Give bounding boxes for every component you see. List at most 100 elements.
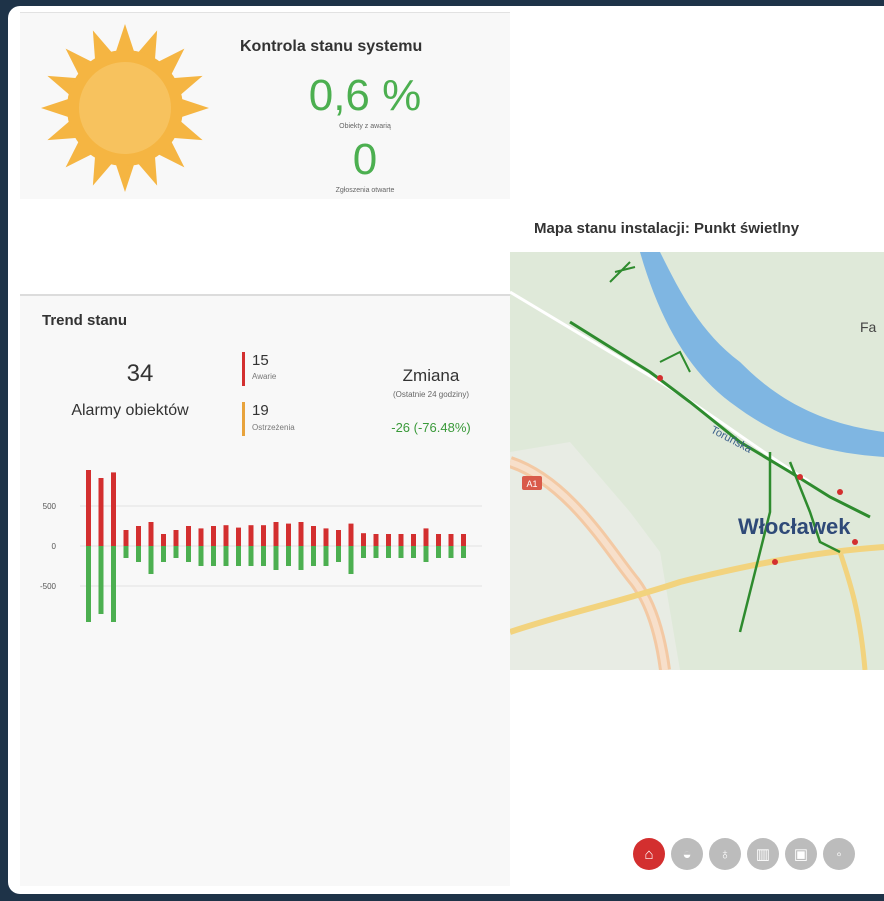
negative-bar [323,546,329,566]
failed-percent-value: 0,6 % [308,71,422,120]
failed-objects-label: Obiekty z awarią [339,123,391,130]
negative-bar [111,546,116,622]
positive-bar [361,533,366,546]
status-title: Kontrola stanu systemu [240,38,423,55]
positive-bar [198,528,204,546]
installation-map[interactable]: A1 Toruńska Włocławek Fa [510,252,884,670]
failures-marker [242,352,245,386]
negative-bar [161,546,166,562]
negative-bar [223,546,229,566]
positive-bar [286,523,291,546]
positive-bar [436,534,441,546]
sun-ray [179,98,209,118]
image-icon[interactable]: ▣ [785,838,817,870]
positive-bar [173,530,179,546]
system-status-panel: Kontrola stanu systemu 0,6 % Obiekty z a… [20,12,510,199]
change-value: -26 (-76.48%) [391,420,471,435]
y-tick-label: 500 [43,502,57,511]
sun-ray [115,162,135,192]
positive-bar [186,526,191,546]
negative-bar [461,546,466,558]
negative-bar [136,546,141,562]
lamp-icon[interactable]: ◒ [671,838,703,870]
positive-bar [136,526,141,546]
cabinet-icon[interactable]: ▥ [747,838,779,870]
negative-bar [373,546,379,558]
negative-bar [336,546,341,562]
negative-bar [398,546,404,558]
warnings-count: 19 [252,402,269,419]
positive-bar [273,522,279,546]
negative-bar [248,546,254,566]
positive-bar [261,525,266,546]
positive-bar [248,525,254,546]
positive-bar [298,522,304,546]
warnings-marker [242,402,245,436]
negative-bar [348,546,354,574]
negative-bar [411,546,416,558]
trend-bar-chart: 500 0 -500 [40,470,482,622]
positive-bar [411,534,416,546]
negative-bar [386,546,391,558]
negative-bar [123,546,129,558]
positive-bar [348,523,354,546]
sun-ray [41,98,71,118]
negative-bar [423,546,429,562]
map-title: Mapa stanu instalacji: Punkt świetlny [534,220,800,237]
negative-bar [273,546,279,570]
failures-label: Awarie [252,372,277,381]
negative-bar [86,546,91,622]
negative-bar [173,546,179,558]
road-badge-label: A1 [526,479,537,489]
home-icon[interactable]: ⌂ [633,838,665,870]
trend-panel: Trend stanu 34 Alarmy obiektów 15 Awarie… [20,294,510,886]
positive-bar [211,526,216,546]
negative-bar [198,546,204,566]
negative-bar [298,546,304,570]
positive-bar [98,478,104,546]
negative-bar [261,546,266,566]
negative-bar [186,546,191,562]
positive-bar [311,526,316,546]
alarm-count: 34 [126,360,154,387]
more-icon[interactable]: ◦ [823,838,855,870]
negative-bar [311,546,316,566]
dashboard-frame: Kontrola stanu systemu 0,6 % Obiekty z a… [8,6,884,894]
y-tick-label: 0 [52,542,57,551]
positive-bar [398,534,404,546]
positive-bar [223,525,229,546]
positive-bar [423,528,429,546]
sun-ray [115,24,135,54]
city-label: Włocławek [738,514,851,539]
negative-bar [211,546,216,566]
negative-bar [448,546,454,558]
installation-map-panel: Mapa stanu instalacji: Punkt świetlny A1… [510,204,884,670]
open-reports-label: Zgłoszenia otwarte [335,187,395,194]
bulb-icon[interactable]: ♁ [709,838,741,870]
failures-count: 15 [252,352,269,369]
positive-bar [111,472,116,546]
warnings-label: Ostrzeżenia [252,423,295,432]
y-tick-label: -500 [40,582,57,591]
change-title: Zmiana [402,366,460,385]
positive-bar [336,530,341,546]
negative-bar [436,546,441,558]
positive-bar [148,522,154,546]
negative-bar [148,546,154,574]
positive-bar [386,534,391,546]
negative-bar [98,546,104,614]
change-subtitle: (Ostatnie 24 godziny) [392,390,470,399]
positive-bar [461,534,466,546]
positive-bar [123,530,129,546]
open-reports-value: 0 [352,135,378,184]
alarm-label: Alarmy obiektów [71,402,189,419]
positive-bar [373,534,379,546]
positive-bar [448,534,454,546]
trend-title: Trend stanu [42,312,128,329]
positive-bar [161,534,166,546]
negative-bar [361,546,366,558]
place-label: Fa [860,319,877,335]
positive-bar [86,470,91,546]
positive-bar [323,528,329,546]
negative-bar [286,546,291,566]
